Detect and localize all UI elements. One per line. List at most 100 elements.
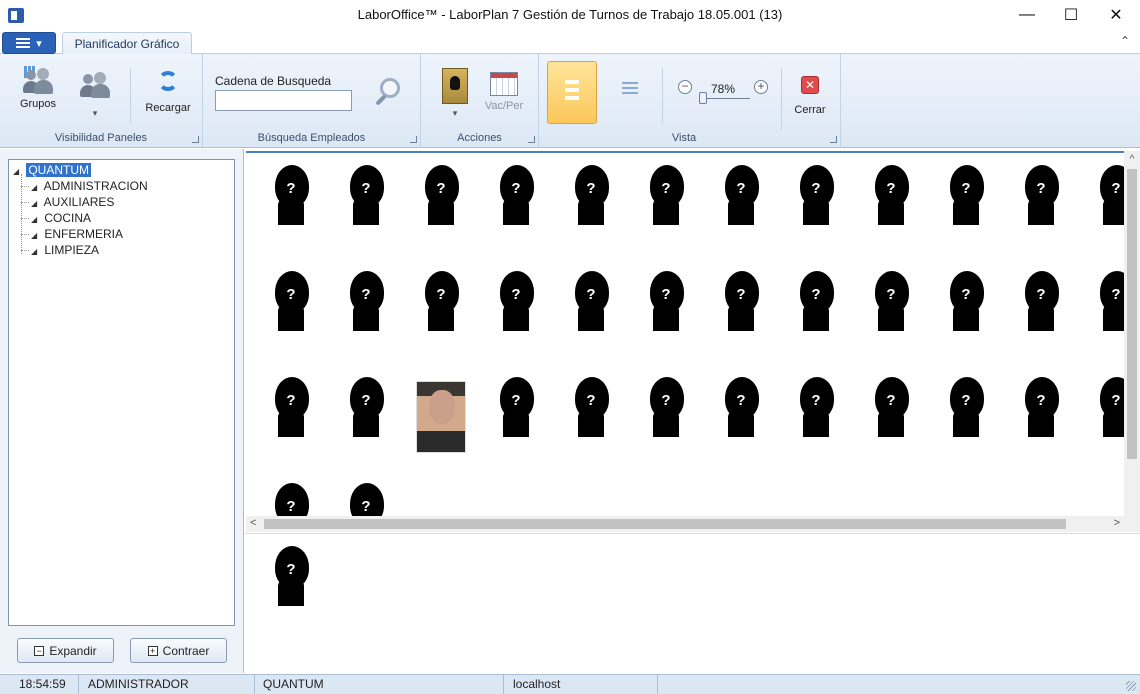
group-visibilidad-paneles: Grupos ▾ Recargar Visibilidad Paneles (0, 54, 203, 148)
scroll-up-icon[interactable]: ^ (1124, 154, 1140, 165)
app-menu-button[interactable]: ▾ (2, 32, 56, 54)
collapse-ribbon-icon[interactable]: ⌃ (1120, 34, 1130, 48)
employee-card[interactable]: ? (1006, 163, 1076, 263)
group-tree[interactable]: ◢ QUANTUM ◢ ADMINISTRACION ◢ AUXILIARES … (8, 159, 235, 626)
employee-card[interactable]: ? (331, 163, 401, 263)
employee-card[interactable]: ? (406, 163, 476, 263)
employee-card[interactable]: ? (256, 481, 326, 516)
scroll-right-icon[interactable]: > (1114, 517, 1120, 529)
employee-card[interactable]: ? (1006, 269, 1076, 369)
employee-card[interactable]: ? (256, 269, 326, 369)
unknown-person-icon: ? (269, 544, 313, 606)
icon-view-button[interactable] (547, 61, 597, 124)
employee-card[interactable]: ? (781, 375, 851, 475)
tab-planificador-grafico[interactable]: Planificador Gráfico (62, 32, 192, 55)
contraer-button[interactable]: + Contraer (130, 638, 227, 663)
employee-card[interactable]: ? (331, 269, 401, 369)
dialog-launcher-icon[interactable] (192, 136, 199, 143)
scroll-left-icon[interactable]: < (250, 517, 256, 529)
employee-card[interactable]: ? (331, 375, 401, 475)
employee-card[interactable]: ? (631, 375, 701, 475)
people-dropdown-button[interactable]: ▾ (74, 68, 116, 119)
unknown-person-icon: ? (794, 375, 838, 437)
unknown-person-icon: ? (869, 375, 913, 437)
employee-card[interactable]: ? (556, 375, 626, 475)
resize-grip-icon[interactable] (1126, 681, 1136, 691)
dropdown-caret-icon: ▾ (92, 108, 98, 118)
close-window-button[interactable]: ✕ (1093, 0, 1139, 30)
zoom-in-button[interactable]: + (754, 80, 768, 94)
scrollbar-thumb[interactable] (1127, 169, 1137, 459)
employee-card[interactable]: ? (631, 163, 701, 263)
employee-card[interactable]: ? (706, 269, 776, 369)
title-bar: LaborOffice™ - LaborPlan 7 Gestión de Tu… (0, 0, 1140, 30)
employee-card[interactable]: ? (706, 375, 776, 475)
horizontal-scrollbar[interactable]: < > (246, 516, 1140, 532)
unknown-person-icon: ? (269, 481, 313, 516)
dialog-launcher-icon[interactable] (410, 136, 417, 143)
minimize-button[interactable]: — (1004, 0, 1050, 30)
employee-card[interactable]: ? (856, 375, 926, 475)
tree-node-auxiliares[interactable]: ◢ AUXILIARES (13, 194, 234, 210)
search-button[interactable] (372, 76, 404, 110)
search-label: Cadena de Busqueda (215, 74, 332, 88)
dialog-launcher-icon[interactable] (830, 136, 837, 143)
employee-card[interactable]: ? (1081, 269, 1124, 369)
expand-toggle-icon[interactable]: ◢ (31, 244, 41, 260)
vacper-button[interactable]: Vac/Per (481, 72, 527, 112)
employee-card[interactable]: ? (481, 375, 551, 475)
employee-card[interactable]: ? (781, 163, 851, 263)
employee-card[interactable]: ? (406, 269, 476, 369)
employee-card[interactable]: ? (706, 163, 776, 263)
employee-card[interactable]: ? (556, 163, 626, 263)
employee-grid[interactable]: ????????????????????????????????????? (246, 151, 1124, 516)
status-separator (503, 675, 504, 694)
employee-card[interactable]: ? (256, 375, 326, 475)
employee-card[interactable]: ? (331, 481, 401, 516)
zoom-slider-track[interactable] (702, 98, 750, 99)
employee-card[interactable]: ? (256, 544, 326, 644)
maximize-button[interactable]: ☐ (1048, 0, 1094, 30)
employee-card[interactable]: ? (931, 375, 1001, 475)
employee-card[interactable]: ? (1081, 375, 1124, 475)
tree-node-enfermeria[interactable]: ◢ ENFERMERIA (13, 226, 234, 242)
employee-card[interactable] (406, 381, 476, 481)
employee-card[interactable]: ? (631, 269, 701, 369)
unknown-person-icon: ? (269, 375, 313, 437)
cerrar-button[interactable]: ✕ Cerrar (788, 76, 832, 116)
employee-card[interactable]: ? (856, 163, 926, 263)
unknown-person-icon: ? (419, 163, 463, 225)
vertical-scrollbar[interactable]: ^ (1124, 151, 1140, 516)
recargar-label: Recargar (145, 102, 191, 114)
unknown-person-icon: ? (944, 269, 988, 331)
unassigned-employees-area[interactable]: ? (246, 533, 1140, 673)
employee-card[interactable]: ? (781, 269, 851, 369)
employee-card[interactable]: ? (481, 163, 551, 263)
tree-node-administracion[interactable]: ◢ ADMINISTRACION (13, 178, 234, 194)
acciones-badge-button[interactable]: ▾ (439, 68, 471, 119)
icon-view-icon (565, 80, 579, 102)
tree-node-quantum[interactable]: ◢ QUANTUM (13, 162, 234, 178)
employee-card[interactable]: ? (1081, 163, 1124, 263)
tree-node-limpieza[interactable]: ◢ LIMPIEZA (13, 242, 234, 258)
list-view-icon[interactable] (622, 82, 638, 97)
recargar-button[interactable]: Recargar (140, 68, 196, 114)
unknown-person-icon: ? (869, 269, 913, 331)
dialog-launcher-icon[interactable] (528, 136, 535, 143)
expandir-button[interactable]: − Expandir (17, 638, 114, 663)
employee-card[interactable]: ? (1006, 375, 1076, 475)
employee-card[interactable]: ? (481, 269, 551, 369)
grupos-button[interactable]: Grupos (12, 64, 64, 110)
tree-node-cocina[interactable]: ◢ COCINA (13, 210, 234, 226)
search-input[interactable] (215, 90, 352, 111)
employee-card[interactable]: ? (256, 163, 326, 263)
employee-card[interactable]: ? (856, 269, 926, 369)
group-label-visibilidad: Visibilidad Paneles (54, 132, 148, 144)
employee-card[interactable]: ? (556, 269, 626, 369)
employee-card[interactable]: ? (931, 269, 1001, 369)
ribbon-tabs: ▾ Planificador Gráfico ⌃ (0, 30, 1140, 55)
scrollbar-thumb[interactable] (264, 519, 1066, 529)
employee-card[interactable]: ? (931, 163, 1001, 263)
zoom-slider-thumb[interactable] (699, 92, 707, 104)
zoom-out-button[interactable]: − (678, 80, 692, 94)
